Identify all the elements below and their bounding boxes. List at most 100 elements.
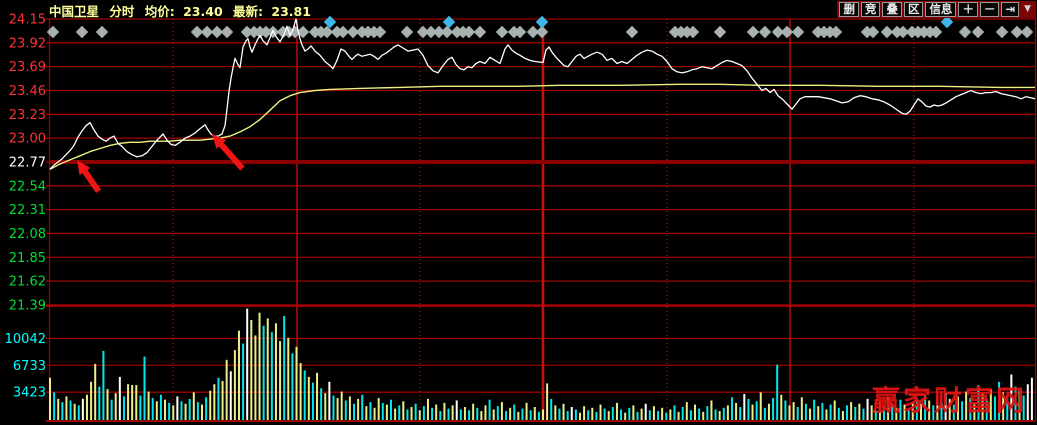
signal-diamond-icon — [401, 26, 413, 38]
volume-bar — [406, 409, 408, 420]
volume-bar — [205, 397, 207, 420]
zone-button[interactable]: 区 — [904, 2, 924, 17]
volume-bar — [312, 383, 314, 420]
signal-diamond-icon — [747, 26, 759, 38]
volume-bar — [234, 350, 236, 420]
volume-bar — [780, 395, 782, 420]
volume-bar — [275, 323, 277, 420]
intraday-chart-canvas[interactable]: 24.1523.9223.6923.4623.2323.0022.7722.54… — [0, 0, 1037, 425]
volume-bar — [682, 407, 684, 420]
volume-bar — [250, 320, 252, 420]
volume-bar — [731, 397, 733, 420]
watermark-text: 赢家财富网 — [872, 379, 1027, 419]
volume-bar — [324, 393, 326, 420]
volume-bar — [135, 385, 137, 420]
volume-bar — [271, 332, 273, 420]
volume-bar — [390, 400, 392, 420]
signal-diamond-icon — [959, 26, 971, 38]
volume-bar — [517, 412, 519, 420]
volume-bar — [505, 411, 507, 420]
volume-bar — [484, 405, 486, 420]
volume-bar — [608, 411, 610, 420]
volume-axis-label: 10042 — [5, 332, 46, 347]
volume-bar — [825, 409, 827, 420]
stock-name: 中国卫星 — [49, 4, 99, 19]
volume-bar — [867, 399, 869, 420]
volume-bar — [612, 407, 614, 420]
avg-price-label: 均价: — [145, 4, 175, 19]
volume-bar — [435, 405, 437, 420]
volume-bar — [821, 403, 823, 420]
volume-bar — [789, 405, 791, 420]
volume-bar — [604, 409, 606, 420]
volume-bar — [222, 381, 224, 420]
volume-bar — [862, 409, 864, 420]
volume-bar — [854, 407, 856, 420]
volume-bar — [283, 316, 285, 420]
delete-button[interactable]: 删 — [839, 2, 859, 17]
price-axis-label: 23.46 — [9, 84, 46, 99]
volume-bar — [337, 398, 339, 420]
bid-button[interactable]: 竞 — [861, 2, 881, 17]
volume-bar — [591, 408, 593, 420]
info-button[interactable]: 信息 — [925, 2, 956, 17]
volume-bar — [332, 396, 334, 420]
volume-bar — [57, 399, 59, 420]
volume-bar — [587, 410, 589, 420]
volume-bar — [583, 406, 585, 420]
chart-header: 中国卫星 分时 均价: 23.40 最新: 23.81 — [49, 1, 317, 17]
volume-bar — [267, 318, 269, 420]
volume-bar — [287, 338, 289, 420]
volume-bar — [94, 364, 96, 420]
signal-diamond-icon — [221, 26, 233, 38]
volume-bar — [645, 404, 647, 420]
volume-bar — [164, 400, 166, 420]
volume-bar — [558, 409, 560, 420]
signal-diamond-icon — [792, 26, 804, 38]
volume-bar — [246, 309, 248, 420]
volume-bar — [185, 404, 187, 420]
volume-bar — [1031, 378, 1033, 420]
volume-axis-label: 6733 — [13, 359, 46, 374]
volume-bar — [394, 409, 396, 420]
volume-bar — [176, 396, 178, 420]
volume-bar — [107, 389, 109, 420]
volume-bar — [858, 404, 860, 420]
jump-to-end-button[interactable]: ⇥ — [1001, 2, 1019, 17]
zoom-in-button[interactable]: ＋ — [958, 2, 978, 17]
signal-diamond-icon — [443, 16, 455, 28]
price-axis-label: 24.15 — [9, 13, 46, 28]
volume-bar — [320, 388, 322, 420]
volume-bar — [398, 405, 400, 420]
volume-bar — [369, 402, 371, 420]
volume-bar — [439, 411, 441, 420]
price-axis-label: 22.77 — [9, 155, 46, 170]
dropdown-button[interactable]: ▼ — [1021, 2, 1034, 17]
volume-bar — [415, 404, 417, 420]
volume-bar — [554, 405, 556, 420]
volume-bar — [534, 407, 536, 420]
volume-bar — [148, 392, 150, 420]
signal-diamond-icon — [96, 26, 108, 38]
volume-bar — [538, 412, 540, 420]
volume-bar — [653, 406, 655, 420]
volume-axis-label: 3423 — [13, 386, 46, 401]
volume-bar — [530, 410, 532, 420]
zoom-out-button[interactable]: － — [980, 2, 1000, 17]
volume-bar — [201, 405, 203, 420]
volume-bar — [501, 402, 503, 420]
last-price-label: 最新: — [233, 4, 263, 19]
overlay-button[interactable]: 叠 — [882, 2, 902, 17]
volume-bar — [70, 400, 72, 420]
volume-bar — [296, 347, 298, 420]
volume-bar — [493, 409, 495, 420]
volume-bar — [719, 411, 721, 420]
volume-bar — [772, 398, 774, 420]
volume-bar — [661, 408, 663, 420]
volume-bar — [82, 399, 84, 420]
volume-bar — [452, 405, 454, 420]
volume-bar — [209, 391, 211, 420]
volume-bar — [226, 360, 228, 420]
volume-bar — [357, 399, 359, 420]
volume-bar — [304, 370, 306, 420]
